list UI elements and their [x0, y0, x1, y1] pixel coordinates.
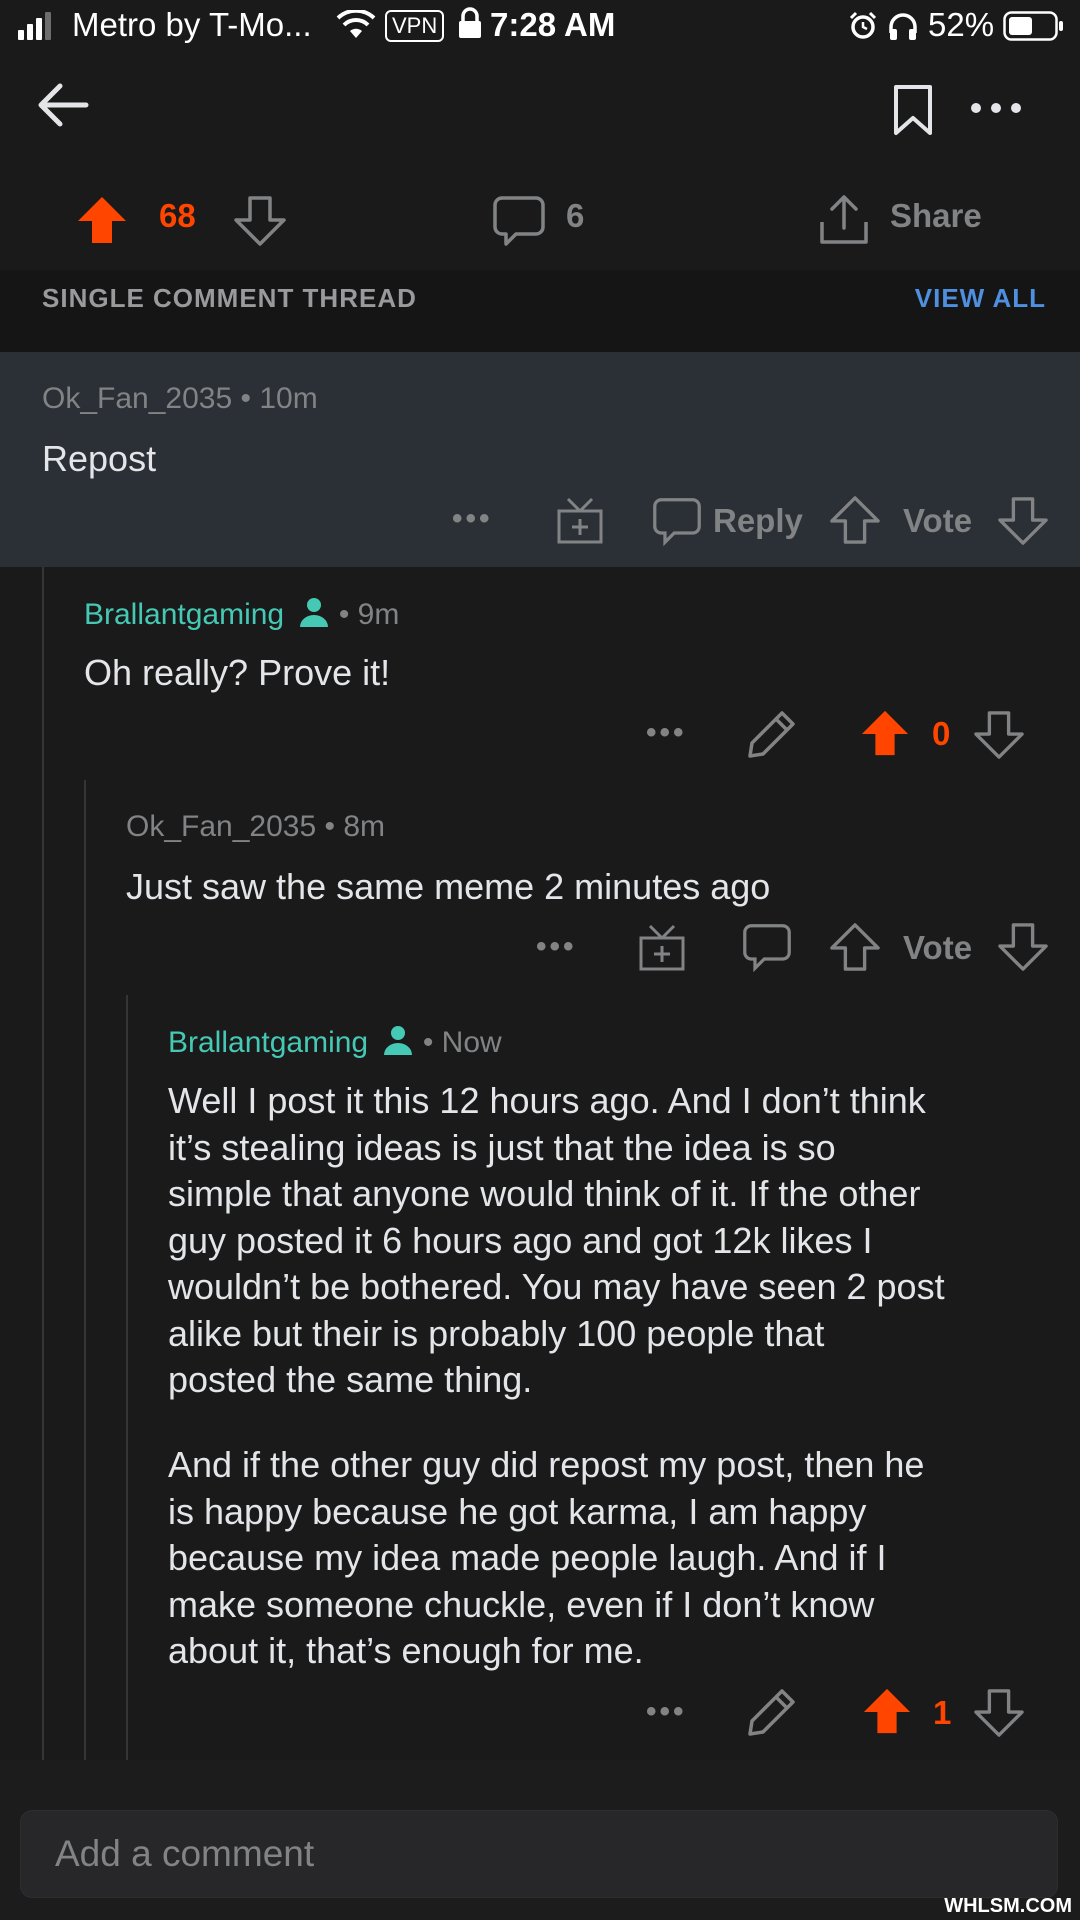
vote-label: Vote: [903, 929, 973, 966]
meta-separator: •: [240, 382, 260, 415]
battery-percent: 52%: [928, 6, 995, 43]
reply-icon[interactable]: [652, 496, 702, 546]
meta-separator: •: [422, 1026, 442, 1059]
comment-more-icon[interactable]: •••: [646, 1695, 687, 1729]
text-line: because my idea made people laugh. And i…: [168, 1537, 887, 1578]
downvote-icon[interactable]: [974, 710, 1024, 760]
text-line: alike but their is probably 100 people t…: [168, 1312, 825, 1354]
battery-icon: [1003, 11, 1065, 41]
view-all-link[interactable]: VIEW ALL: [915, 283, 1046, 314]
back-arrow-icon[interactable]: [36, 82, 90, 128]
comment-meta: Ok_Fan_2035 • 8m: [126, 810, 385, 844]
share-button[interactable]: Share: [890, 197, 982, 235]
meta-separator: •: [324, 810, 344, 843]
upvote-icon[interactable]: [862, 1686, 912, 1736]
vpn-badge: VPN: [385, 10, 445, 42]
text-line: make someone chuckle, even if I don’t kn…: [168, 1583, 875, 1625]
comment-author[interactable]: Ok_Fan_2035: [126, 810, 316, 843]
status-bar: Metro by T-Mo... VPN 7:28 AM 52%: [0, 0, 1080, 54]
downvote-icon[interactable]: [974, 1688, 1024, 1738]
comment-more-icon[interactable]: •••: [452, 502, 493, 536]
meta-separator: •: [338, 598, 358, 631]
upvote-icon[interactable]: [76, 194, 128, 246]
watermark: WHLSM.COM: [944, 1895, 1072, 1917]
comment-count: 6: [566, 197, 585, 234]
bookmark-icon[interactable]: [893, 84, 933, 136]
signal-icon: [18, 12, 52, 40]
lock-icon: [458, 7, 482, 39]
thread-line[interactable]: [42, 567, 44, 1760]
comment-more-icon[interactable]: •••: [646, 716, 687, 750]
vote-label: Vote: [903, 502, 973, 539]
comment-author[interactable]: Ok_Fan_2035: [42, 382, 232, 415]
downvote-icon[interactable]: [998, 496, 1048, 546]
reply-button[interactable]: Reply: [713, 502, 803, 540]
op-user-icon: [382, 1024, 414, 1056]
upvote-icon[interactable]: [830, 495, 880, 545]
divider: [0, 334, 1080, 352]
text-line: Well I post it this 12 hours ago. And I …: [168, 1080, 926, 1121]
comment-body: Just saw the same meme 2 minutes ago: [126, 866, 771, 907]
comment-author[interactable]: Brallantgaming: [84, 598, 284, 631]
more-options-icon[interactable]: [970, 100, 1022, 116]
comment-paragraph: Well I post it this 12 hours ago. And I …: [168, 1078, 945, 1404]
thread-line[interactable]: [84, 780, 86, 1760]
comment-score: 0: [932, 715, 951, 752]
text-line: guy posted it 6 hours ago and got 12k li…: [168, 1219, 873, 1261]
comment-time: 8m: [343, 810, 386, 843]
comment-time: 9m: [357, 598, 400, 631]
clock: 7:28 AM: [490, 6, 616, 43]
upvote-icon[interactable]: [860, 708, 910, 758]
share-icon[interactable]: [818, 194, 870, 246]
comments-icon[interactable]: [492, 194, 546, 248]
comment-more-icon[interactable]: •••: [536, 930, 577, 964]
comment-body: Repost: [42, 438, 157, 479]
text-line: posted the same thing.: [168, 1359, 533, 1400]
op-user-icon: [298, 596, 330, 628]
comment-time: Now: [441, 1026, 502, 1059]
comment-input-placeholder: Add a comment: [55, 1833, 315, 1874]
text-line: about it, that’s enough for me.: [168, 1630, 644, 1671]
alarm-icon: [848, 11, 878, 41]
thread-line[interactable]: [126, 995, 128, 1760]
text-line: is happy because he got karma, I am happ…: [168, 1490, 867, 1532]
comment-author[interactable]: Brallantgaming: [168, 1026, 368, 1059]
comment-paragraph: And if the other guy did repost my post,…: [168, 1442, 924, 1675]
text-line: simple that anyone would think of it. If…: [168, 1173, 921, 1214]
gift-award-icon[interactable]: [556, 495, 604, 545]
upvote-icon[interactable]: [830, 922, 880, 972]
comment-meta: Brallantgaming • 9m: [84, 596, 399, 632]
text-line: wouldn’t be bothered. You may have seen …: [168, 1266, 945, 1307]
carrier-label: Metro by T-Mo...: [72, 6, 312, 43]
gift-award-icon[interactable]: [638, 922, 686, 972]
reply-icon[interactable]: [742, 922, 792, 972]
text-line: it’s stealing ideas is just that the ide…: [168, 1126, 836, 1168]
edit-icon[interactable]: [746, 708, 798, 760]
edit-icon[interactable]: [746, 1686, 798, 1738]
downvote-icon[interactable]: [998, 922, 1048, 972]
comment-body: Oh really? Prove it!: [84, 652, 391, 693]
text-line: And if the other guy did repost my post,…: [168, 1444, 925, 1485]
downvote-icon[interactable]: [234, 195, 286, 247]
comment-score: 1: [933, 1694, 952, 1731]
comment-meta: Brallantgaming • Now: [168, 1024, 502, 1060]
comment-meta: Ok_Fan_2035 • 10m: [42, 382, 318, 416]
wifi-icon: [336, 10, 376, 40]
comment-time: 10m: [259, 382, 318, 415]
thread-label: SINGLE COMMENT THREAD: [42, 283, 417, 313]
headphones-icon: [888, 11, 918, 41]
post-score: 68: [159, 197, 196, 234]
